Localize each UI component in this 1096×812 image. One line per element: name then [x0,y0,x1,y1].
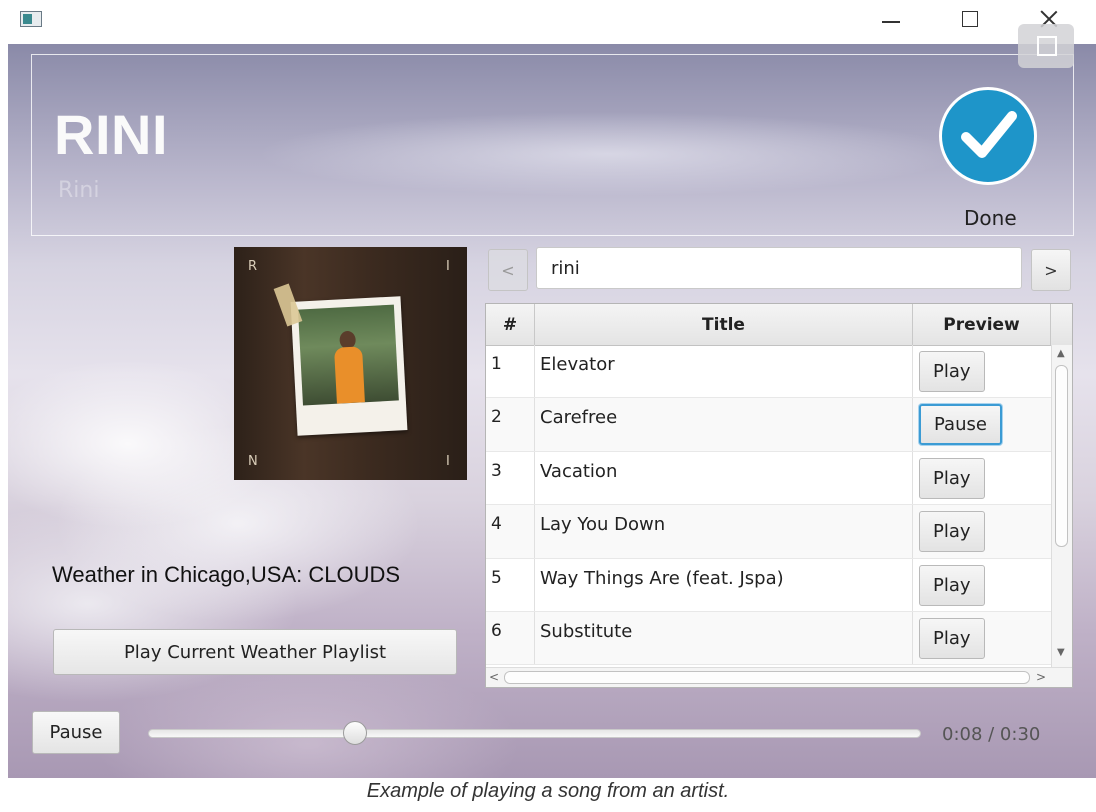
album-letter: I [446,259,450,274]
table-row[interactable]: 1 Elevator Play [486,345,1051,399]
track-title: Way Things Are (feat. Jspa) [535,558,913,611]
scroll-left-icon[interactable]: < [489,670,499,684]
track-table: # Title Preview 1 Elevator Play 2 Carefr… [485,303,1073,688]
app-window: RINI Rini Done R I N I Weather in Chicag… [8,44,1096,778]
table-body: 1 Elevator Play 2 Carefree Pause 3 Vacat… [486,345,1051,666]
pause-preview-button[interactable]: Pause [919,404,1002,446]
artist-name: RINI [54,103,168,166]
album-photo [297,304,399,406]
window-titlebar [8,0,1096,44]
maximize-icon[interactable] [950,4,990,36]
artist-header: RINI Rini Done [31,54,1074,236]
play-weather-playlist-button[interactable]: Play Current Weather Playlist [53,629,457,675]
table-row[interactable]: 5 Way Things Are (feat. Jspa) Play [486,558,1051,612]
polaroid-photo [290,296,408,436]
weather-status: Weather in Chicago,USA: CLOUDS [52,562,401,587]
track-title: Elevator [535,345,913,398]
track-number: 5 [486,558,535,611]
seek-slider-thumb[interactable] [343,721,367,745]
column-header-number[interactable]: # [486,304,535,345]
scroll-right-icon[interactable]: > [1036,670,1046,684]
image-caption: Example of playing a song from an artist… [366,780,730,802]
artist-subtitle: Rini [58,178,100,203]
track-number: 1 [486,345,535,398]
previous-button[interactable]: < [488,249,528,291]
track-number: 3 [486,451,535,505]
album-letter: N [248,454,258,469]
scroll-up-icon[interactable]: ▲ [1057,348,1065,359]
track-number: 6 [486,611,535,665]
track-number: 2 [486,398,535,451]
vertical-scroll-thumb[interactable] [1055,365,1068,547]
column-header-preview[interactable]: Preview [913,304,1051,345]
done-checkmark-icon[interactable] [939,87,1037,185]
table-row[interactable]: 6 Substitute Play [486,611,1051,666]
play-button[interactable]: Play [919,457,985,499]
table-header: # Title Preview [486,304,1072,346]
vertical-scrollbar[interactable]: ▲ ▼ [1051,345,1072,667]
album-art: R I N I [234,247,467,480]
seek-slider-track[interactable] [148,729,921,738]
horizontal-scrollbar[interactable]: < > [486,667,1072,687]
column-header-title[interactable]: Title [535,304,913,345]
playback-time: 0:08 / 0:30 [942,724,1041,745]
track-number: 4 [486,505,535,558]
minimize-icon[interactable] [870,4,910,36]
pause-button[interactable]: Pause [32,711,120,754]
play-button[interactable]: Play [919,617,985,659]
play-button[interactable]: Play [919,351,985,392]
done-label[interactable]: Done [964,206,1017,230]
track-title: Lay You Down [535,505,913,558]
play-button[interactable]: Play [919,511,985,553]
table-row[interactable]: 3 Vacation Play [486,451,1051,506]
play-button[interactable]: Play [919,564,985,606]
track-title: Vacation [535,451,913,505]
horizontal-scroll-thumb[interactable] [504,671,1030,684]
artist-search-input[interactable] [536,247,1022,289]
track-title: Carefree [535,398,913,451]
next-button[interactable]: > [1031,249,1071,291]
table-row[interactable]: 4 Lay You Down Play [486,505,1051,559]
album-letter: I [446,454,450,469]
table-row[interactable]: 2 Carefree Pause [486,398,1051,452]
scroll-down-icon[interactable]: ▼ [1057,647,1065,658]
fullscreen-icon[interactable] [1018,24,1074,68]
app-icon [20,11,42,27]
album-letter: R [248,259,258,274]
checkmark-icon [961,111,1017,158]
track-title: Substitute [535,611,913,665]
